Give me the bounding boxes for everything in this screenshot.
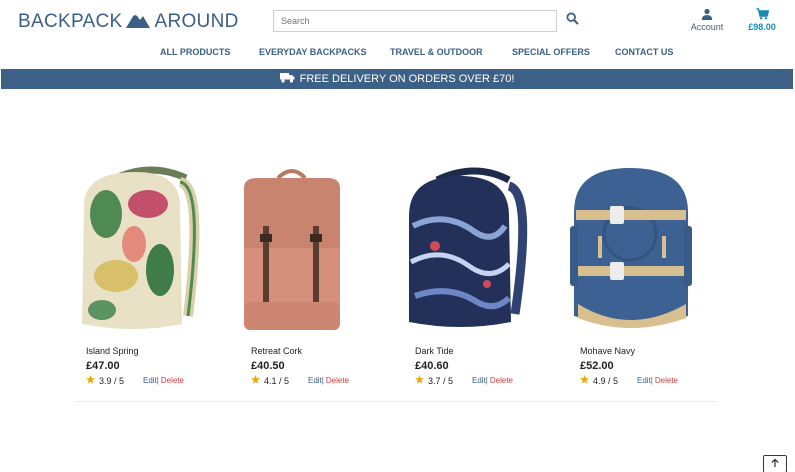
product-price: £40.50 [251,360,285,372]
product-image[interactable] [76,166,226,336]
product-rating: 4.9 / 5 [580,375,618,386]
star-icon [415,375,424,386]
account-link[interactable]: Account [688,8,726,32]
nav-contact-us[interactable]: CONTACT US [615,47,673,57]
product-image[interactable] [570,166,720,336]
product-actions: Edit | Delete [308,376,349,385]
logo-text-left: BACKPACK [18,11,123,32]
search-icon[interactable] [566,12,582,28]
product-image[interactable] [241,166,391,336]
product-price: £40.60 [415,360,449,372]
truck-icon [279,72,295,86]
action-separator: | [156,376,159,385]
main-nav: ALL PRODUCTS EVERYDAY BACKPACKS TRAVEL &… [0,47,795,61]
star-icon [580,375,589,386]
nav-travel-outdoor[interactable]: TRAVEL & OUTDOOR [390,47,483,57]
rating-value: 3.9 / 5 [99,375,125,386]
cart-icon [744,8,780,22]
product-rating: 3.7 / 5 [415,375,453,386]
action-separator: | [485,376,488,385]
user-icon [688,8,726,22]
product-name[interactable]: Dark Tide [415,346,454,356]
product-name[interactable]: Mohave Navy [580,346,635,356]
rating-value: 3.7 / 5 [428,375,454,386]
nav-everyday-backpacks[interactable]: EVERYDAY BACKPACKS [259,47,367,57]
delete-link[interactable]: Delete [655,376,678,385]
edit-link[interactable]: Edit [143,376,157,385]
nav-all-products[interactable]: ALL PRODUCTS [160,47,230,57]
product-actions: Edit | Delete [637,376,678,385]
edit-link[interactable]: Edit [637,376,651,385]
logo-text-right: AROUND [154,11,239,32]
site-logo[interactable]: BACKPACK AROUND [18,10,239,34]
product-actions: Edit | Delete [472,376,513,385]
action-separator: | [321,376,324,385]
product-image[interactable] [405,166,555,336]
nav-special-offers[interactable]: SPECIAL OFFERS [512,47,590,57]
delivery-banner: FREE DELIVERY ON ORDERS OVER £70! [1,69,793,89]
product-rating: 3.9 / 5 [86,375,124,386]
banner-text: FREE DELIVERY ON ORDERS OVER £70! [299,73,515,85]
account-label: Account [690,22,724,32]
product-grid: Island Spring £47.00 3.9 / 5 Edit | Delet… [0,90,795,472]
arrow-up-icon [770,455,780,472]
action-separator: | [650,376,653,385]
product-price: £47.00 [86,360,120,372]
product-name[interactable]: Island Spring [86,346,139,356]
site-header: BACKPACK AROUND Account [0,0,795,70]
delete-link[interactable]: Delete [161,376,184,385]
product-rating: 4.1 / 5 [251,375,289,386]
cart-link[interactable]: £98.00 [744,8,780,32]
product-name[interactable]: Retreat Cork [251,346,302,356]
rating-value: 4.1 / 5 [264,375,290,386]
star-icon [86,375,95,386]
back-to-top-button[interactable] [763,455,787,472]
mountain-logo-icon [126,10,151,34]
edit-link[interactable]: Edit [308,376,322,385]
search-input[interactable] [273,10,557,32]
star-icon [251,375,260,386]
product-actions: Edit | Delete [143,376,184,385]
delete-link[interactable]: Delete [326,376,349,385]
delete-link[interactable]: Delete [490,376,513,385]
divider [75,401,717,402]
product-price: £52.00 [580,360,614,372]
edit-link[interactable]: Edit [472,376,486,385]
cart-total: £98.00 [748,22,776,32]
rating-value: 4.9 / 5 [593,375,619,386]
